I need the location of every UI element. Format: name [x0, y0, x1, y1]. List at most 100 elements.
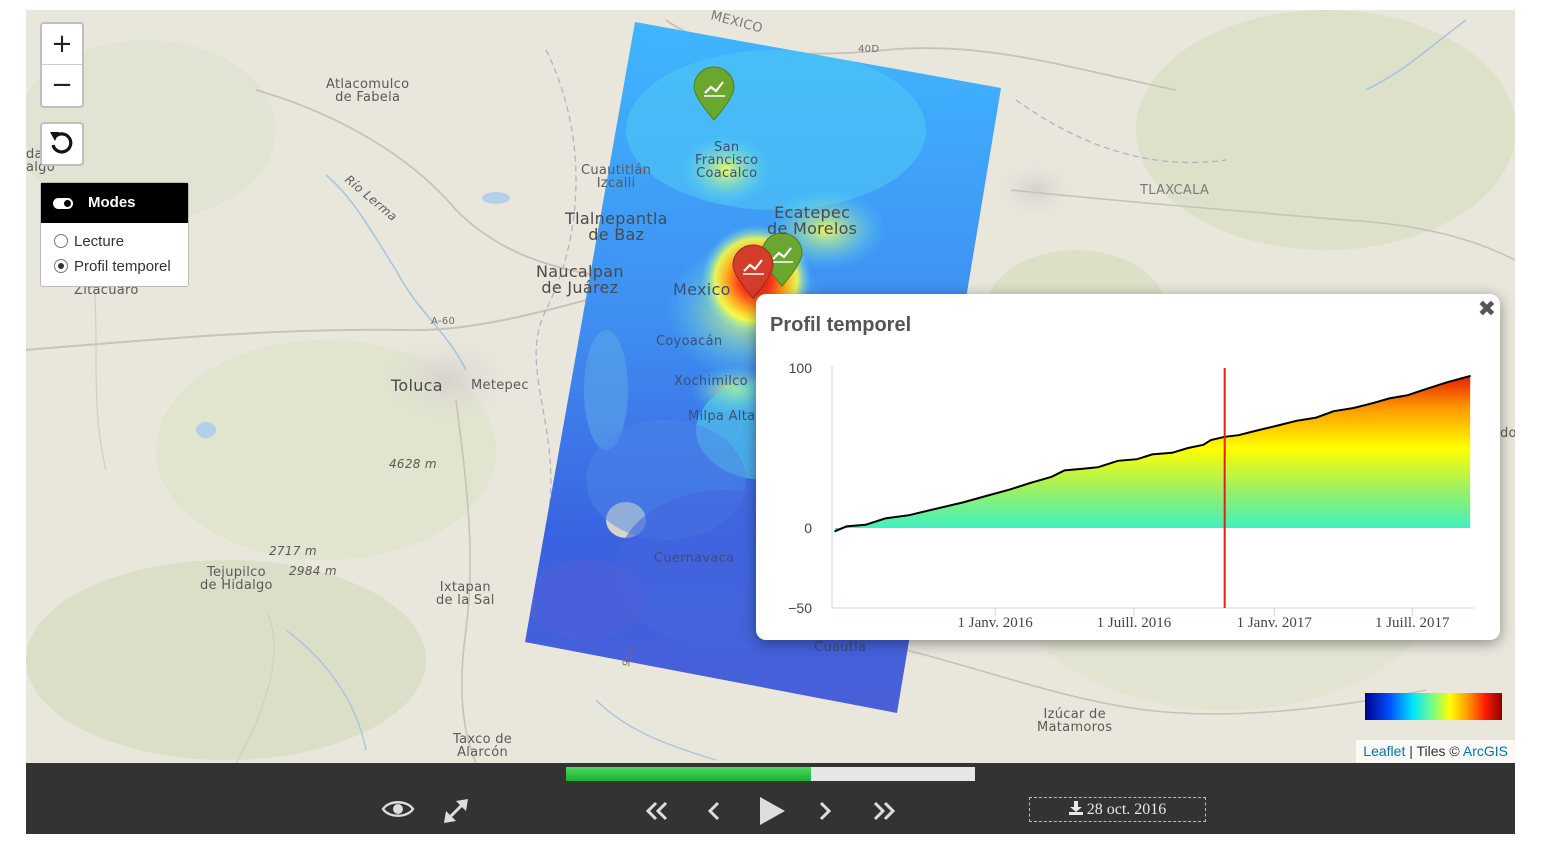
mode-label-lecture: Lecture	[74, 233, 125, 250]
mode-option-lecture[interactable]: Lecture	[54, 233, 124, 250]
data-point-19	[1202, 444, 1205, 446]
y-tick-label-2: −50	[788, 600, 812, 616]
data-point-33	[1445, 381, 1448, 384]
data-point-25	[1295, 420, 1298, 422]
leaflet-link[interactable]: Leaflet	[1363, 743, 1405, 759]
color-scale-legend	[1365, 693, 1502, 720]
next-icon[interactable]	[818, 801, 832, 821]
zoom-control: + −	[40, 22, 84, 108]
data-point-26	[1315, 416, 1317, 419]
modes-title: Modes	[88, 194, 136, 211]
data-point-5	[934, 508, 937, 510]
eye-icon[interactable]	[381, 797, 415, 821]
modes-panel: Modes Lecture Profil temporel	[40, 182, 189, 287]
data-point-17	[1171, 452, 1173, 454]
data-point-22	[1237, 434, 1240, 436]
attribution-sep: | Tiles ©	[1405, 743, 1463, 759]
rotate-left-icon	[50, 132, 73, 154]
profile-chart: 100 0 −50 1 Janv. 2016 1 Juill. 2016 1 Janv. …	[788, 360, 1474, 631]
profile-popup: Profil temporel ✖ 100 0 −50 1 Janv. 2016 1 J…	[756, 294, 1500, 640]
player-bar: 28 oct. 2016	[26, 763, 1515, 834]
x-tick-label-3: 1 Juill. 2017	[1375, 615, 1450, 631]
data-point-27	[1332, 410, 1335, 412]
play-icon[interactable]	[757, 795, 787, 827]
zoom-in-button[interactable]: +	[42, 24, 82, 65]
data-point-8	[1008, 488, 1011, 491]
label-tlalnepantla: Tlalnepantla de Baz	[565, 209, 668, 244]
mode-label-profil: Profil temporel	[74, 258, 171, 275]
y-tick-label-0: 100	[789, 360, 813, 376]
label-tlaxcala: TLAXCALA	[1140, 183, 1210, 198]
last-icon[interactable]	[872, 801, 896, 821]
data-point-34	[1469, 375, 1471, 377]
progress-fill	[566, 767, 812, 781]
x-tick-label-0: 1 Janv. 2016	[958, 615, 1034, 631]
download-icon	[1068, 801, 1083, 815]
data-point-12	[1082, 468, 1084, 470]
data-point-4	[908, 514, 910, 516]
label-atlacomulco: Atlacomulco de Fabela	[326, 77, 410, 105]
x-tick-label-2: 1 Janv. 2017	[1237, 615, 1313, 631]
data-point-18	[1187, 447, 1189, 449]
data-point-29	[1371, 402, 1374, 404]
data-point-10	[1050, 476, 1053, 478]
label-cuernavaca: Cuernavaca	[654, 551, 735, 566]
label-elev-2984: 2984 m	[289, 564, 337, 578]
data-point-31	[1406, 394, 1409, 396]
current-date: 28 oct. 2016	[1086, 801, 1167, 818]
label-mexico: Mexico	[673, 280, 731, 299]
label-tejupilco: Tejupilco de Hidalgo	[200, 565, 273, 593]
data-point-1	[845, 525, 848, 528]
app-root: Atlacomulco de Fabela Cuautitlán Izcalli…	[26, 10, 1515, 834]
x-tick-label-1: 1 Juill. 2016	[1097, 615, 1172, 631]
arcgis-link[interactable]: ArcGIS	[1463, 743, 1508, 759]
progress-bar[interactable]	[566, 767, 975, 781]
data-point-0	[834, 530, 836, 532]
label-milpa-alta: Milpa Alta	[688, 409, 756, 424]
data-point-7	[985, 495, 987, 497]
first-icon[interactable]	[645, 801, 669, 821]
label-cuautla: Cuautla	[814, 640, 867, 655]
label-san-francisco: San Francisco Coacalco	[695, 140, 759, 181]
data-point-13	[1097, 466, 1099, 468]
modes-header: Modes	[41, 183, 188, 223]
map[interactable]: Atlacomulco de Fabela Cuautitlán Izcalli…	[26, 10, 1515, 763]
label-toluca: Toluca	[391, 376, 443, 395]
data-point-24	[1276, 424, 1279, 427]
label-taxco: Taxco de Alarcón	[453, 732, 513, 760]
prev-icon[interactable]	[707, 801, 721, 821]
data-point-32	[1425, 388, 1428, 390]
data-point-23	[1256, 429, 1259, 432]
data-point-20	[1210, 439, 1212, 441]
expand-icon[interactable]	[440, 795, 472, 827]
data-point-28	[1352, 407, 1355, 409]
y-tick-label-1: 0	[804, 520, 812, 536]
data-point-11	[1063, 469, 1066, 472]
data-point-2	[864, 524, 867, 526]
reset-view-button[interactable]	[40, 122, 84, 166]
mode-option-profil[interactable]: Profil temporel	[54, 258, 171, 275]
label-coyoacan: Coyoacán	[656, 334, 723, 349]
data-point-14	[1117, 460, 1119, 462]
radio-profil[interactable]	[54, 259, 68, 273]
label-ecatepec: Ecatepec de Morelos	[767, 203, 858, 238]
label-road-40d: 40D	[858, 44, 880, 55]
data-point-9	[1028, 482, 1031, 484]
radio-lecture[interactable]	[54, 234, 68, 248]
attribution: Leaflet | Tiles © ArcGIS	[1356, 740, 1515, 763]
data-point-3	[884, 517, 887, 520]
label-road-a60: A-60	[431, 316, 456, 327]
label-elev-4628: 4628 m	[389, 457, 437, 471]
toggle-icon	[53, 198, 73, 209]
data-point-15	[1136, 458, 1138, 460]
download-date-button[interactable]: 28 oct. 2016	[1029, 797, 1206, 822]
data-point-30	[1388, 397, 1391, 400]
label-ixtapan: Ixtapan de la Sal	[436, 580, 495, 608]
data-point-16	[1151, 453, 1154, 456]
label-edge-east: do	[1500, 426, 1515, 441]
zoom-out-button[interactable]: −	[42, 65, 82, 106]
label-metepec: Metepec	[471, 378, 529, 393]
label-cuautitlan: Cuautitlán Izcalli	[581, 163, 652, 191]
data-point-6	[962, 501, 964, 504]
label-xochimilco: Xochimilco	[674, 374, 748, 389]
